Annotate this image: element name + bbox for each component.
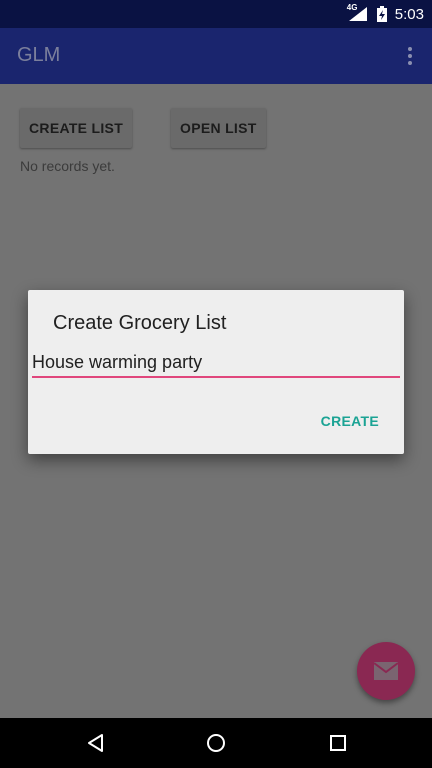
status-bar: 4G 5:03 [0, 0, 432, 28]
home-icon [207, 734, 225, 752]
dialog-title: Create Grocery List [53, 312, 227, 334]
create-list-button[interactable]: CREATE LIST [20, 108, 133, 148]
back-icon [88, 734, 103, 752]
create-list-dialog: Create Grocery List CREATE [28, 290, 404, 454]
recents-button[interactable] [326, 731, 350, 755]
recents-icon [330, 735, 346, 751]
app-title: GLM [17, 44, 61, 66]
empty-state-text: No records yet. [20, 158, 115, 174]
status-icons: 4G 5:03 [347, 0, 424, 28]
mail-icon [373, 662, 399, 680]
back-button[interactable] [84, 731, 108, 755]
app-bar: GLM [0, 28, 432, 84]
list-name-input[interactable] [32, 348, 400, 378]
home-button[interactable] [204, 731, 228, 755]
battery-icon [376, 6, 387, 22]
navigation-bar [0, 718, 432, 768]
mail-fab-button[interactable] [357, 642, 415, 700]
open-list-button[interactable]: OPEN LIST [171, 108, 266, 148]
dialog-create-button[interactable]: CREATE [321, 413, 379, 429]
signal-icon: 4G [347, 3, 369, 23]
status-time: 5:03 [394, 5, 424, 23]
overflow-menu-icon[interactable] [398, 44, 422, 68]
